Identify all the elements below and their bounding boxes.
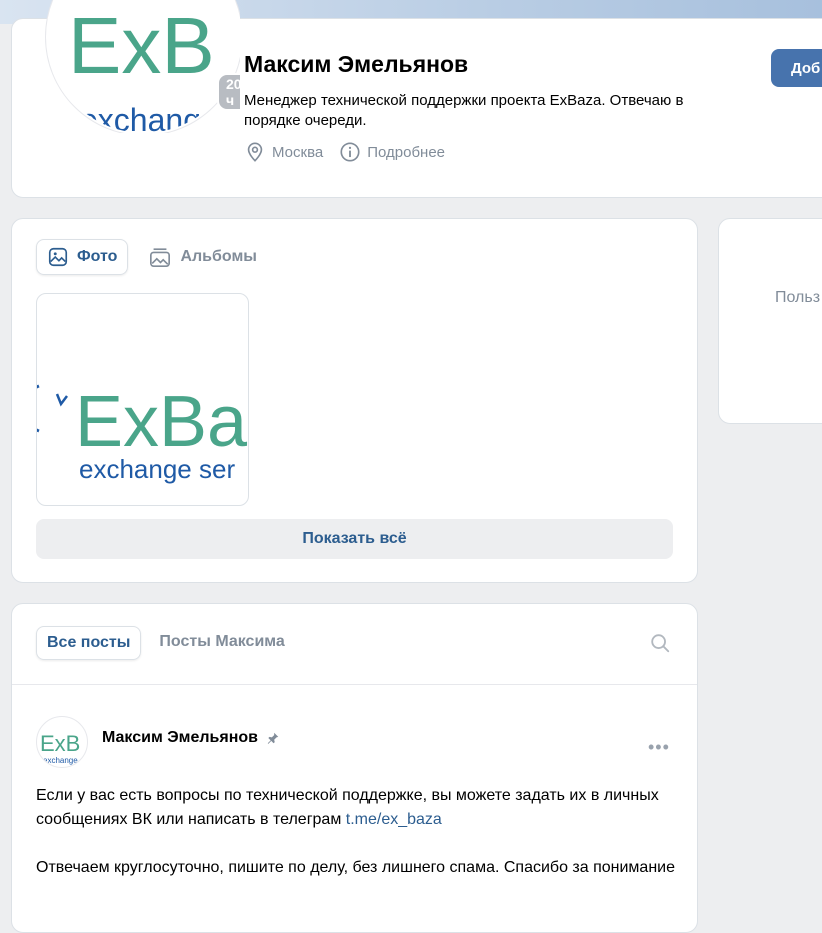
post-avatar-logo-main: ExB bbox=[40, 731, 80, 756]
more-icon[interactable]: ••• bbox=[648, 737, 670, 758]
side-card: Польз bbox=[718, 218, 822, 424]
photo-thumbnail[interactable]: ExBa exchange ser bbox=[36, 293, 249, 506]
city-label: Москва bbox=[272, 143, 324, 161]
exbaza-logo-icon: ExB exchange bbox=[40, 731, 80, 765]
post-paragraph-2: Отвечаем круглосуточно, пишите по делу, … bbox=[36, 859, 675, 876]
post-author-name[interactable]: Максим Эмельянов bbox=[102, 729, 258, 747]
profile-name: Максим Эмельянов bbox=[244, 51, 469, 77]
avatar-logo-main: ExB bbox=[68, 1, 215, 90]
details-label: Подробнее bbox=[367, 143, 446, 161]
post-avatar-logo-sub: exchange bbox=[43, 756, 78, 765]
albums-icon bbox=[150, 248, 171, 267]
side-card-text: Польз bbox=[775, 289, 821, 306]
avatar-logo-sub: exchang bbox=[80, 102, 201, 133]
exbaza-logo-image: ExBa exchange ser bbox=[37, 382, 248, 484]
search-icon[interactable] bbox=[649, 632, 671, 654]
profile-status: Менеджер технической поддержки проекта E… bbox=[244, 92, 684, 129]
location-pin-icon bbox=[247, 142, 263, 162]
tab-author-posts[interactable]: Посты Максима bbox=[149, 626, 294, 660]
details-link[interactable]: Подробнее bbox=[339, 141, 445, 163]
pin-icon bbox=[267, 732, 279, 744]
photos-card: Фото Альбомы ExBa exchange ser Показать … bbox=[11, 218, 698, 583]
tab-photos[interactable]: Фото bbox=[36, 239, 129, 275]
posts-tabs: Все посты Посты Максима bbox=[36, 626, 295, 660]
posts-card: Все посты Посты Максима ExB exchange Мак… bbox=[11, 603, 698, 933]
telegram-link[interactable]: t.me/ex_baza bbox=[346, 811, 442, 828]
profile-avatar[interactable]: ExB exchang 20 ч bbox=[44, 0, 240, 133]
post-text: Если у вас есть вопросы по технической п… bbox=[36, 784, 676, 904]
post-author-avatar[interactable]: ExB exchange bbox=[36, 716, 88, 768]
thumb-logo-sub: exchange ser bbox=[79, 454, 235, 484]
thumb-logo-main: ExBa bbox=[75, 382, 248, 462]
show-all-button[interactable]: Показать всё bbox=[36, 519, 673, 559]
tab-photos-label: Фото bbox=[77, 248, 118, 265]
exbaza-logo-icon: ExB exchang bbox=[68, 1, 215, 133]
online-time-badge: 20 ч bbox=[217, 73, 240, 111]
city-item: Москва bbox=[244, 141, 323, 163]
tab-albums[interactable]: Альбомы bbox=[138, 239, 267, 275]
tab-all-posts[interactable]: Все посты bbox=[36, 626, 142, 660]
post-author: Максим Эмельянов bbox=[102, 729, 280, 747]
posts-divider bbox=[12, 684, 697, 685]
add-friend-button[interactable]: Доб bbox=[771, 49, 822, 87]
post-paragraph-1: Если у вас есть вопросы по технической п… bbox=[36, 784, 676, 832]
photos-tabs: Фото Альбомы bbox=[36, 239, 267, 275]
tab-albums-label: Альбомы bbox=[180, 248, 257, 265]
image-icon bbox=[48, 247, 68, 267]
profile-header-card: ExB exchang 20 ч Максим Эмельянов Менедж… bbox=[11, 0, 822, 198]
profile-meta: Москва Подробнее bbox=[244, 141, 445, 163]
info-icon bbox=[340, 142, 360, 162]
